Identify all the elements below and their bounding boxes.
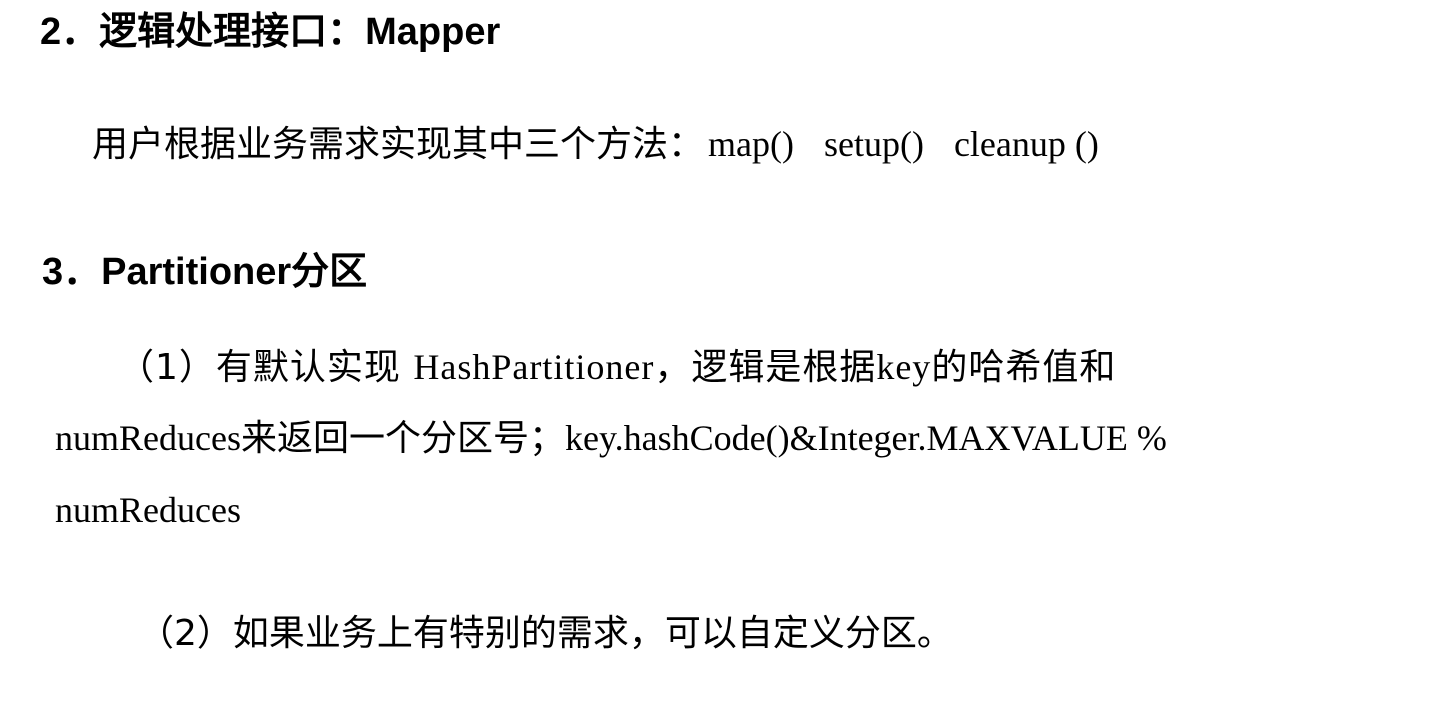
item1-line1-d: key	[876, 347, 932, 387]
item1-line1-a: （1）有默认实现	[118, 347, 414, 388]
method-setup: setup()	[823, 124, 924, 164]
partitioner-default-line-2: numReduces来返回一个分区号；key.hashCode()&Intege…	[55, 416, 1167, 461]
mapper-paragraph: 用户根据业务需求实现其中三个方法： map() setup() cleanup ()	[92, 122, 1129, 167]
section-2-heading: 2．逻辑处理接口：Mapper	[40, 11, 501, 53]
item1-line2-a: numReduces	[55, 418, 241, 458]
item1-line1-c: ，逻辑是根据	[654, 347, 877, 388]
partitioner-default-line-1: （1）有默认实现 HashPartitioner，逻辑是根据key的哈希值和	[118, 345, 1116, 390]
mapper-text-prefix: 用户根据业务需求实现其中三个方法：	[92, 124, 705, 165]
item1-line1-e: 的哈希值和	[931, 347, 1117, 388]
item1-line2-b: 来返回一个分区号；	[240, 418, 565, 459]
partitioner-default-line-3: numReduces	[55, 490, 241, 530]
mapper-methods: map() setup() cleanup ()	[708, 124, 1129, 164]
method-cleanup: cleanup ()	[953, 124, 1099, 164]
section-3-heading: 3．Partitioner分区	[42, 251, 368, 293]
document-page: 2．逻辑处理接口：Mapper 用户根据业务需求实现其中三个方法： map() se…	[0, 0, 1453, 711]
item1-line2-c: key.hashCode()&Integer.MAXVALUE %	[564, 418, 1167, 458]
partitioner-custom-paragraph: （2）如果业务上有特别的需求，可以自定义分区。	[138, 613, 953, 654]
method-map: map()	[708, 124, 794, 164]
item1-line1-b: HashPartitioner	[413, 347, 655, 387]
